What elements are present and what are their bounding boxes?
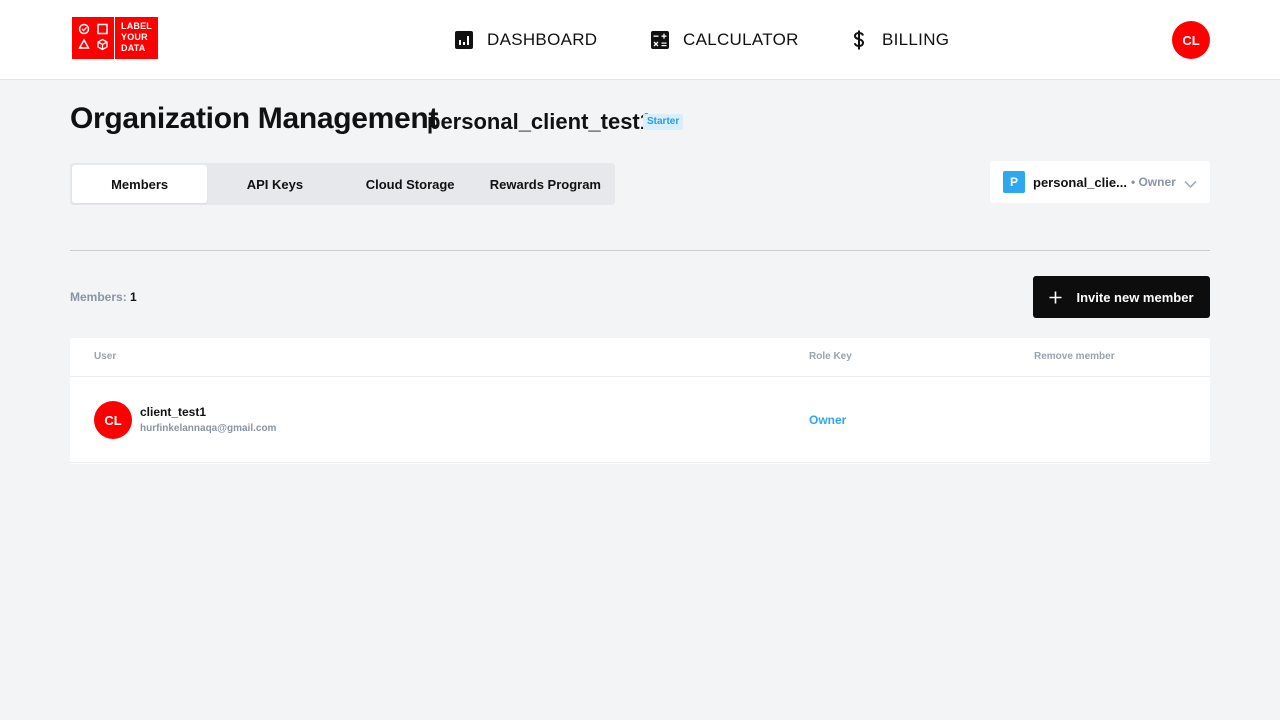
org-tabs: Members API Keys Cloud Storage Rewards P… <box>70 163 615 205</box>
org-initial-badge: P <box>1003 171 1025 193</box>
nav-dashboard-label: DASHBOARD <box>487 30 598 49</box>
member-name: client_test1 <box>140 405 207 419</box>
invite-member-label: Invite new member <box>1076 289 1194 305</box>
logo-wordmark: LABEL YOUR DATA <box>115 17 152 59</box>
table-header: User Role Key Remove member <box>70 338 1210 377</box>
chevron-down-icon <box>1184 176 1197 194</box>
top-header: LABEL YOUR DATA DASHBOARD CALCULATOR BIL… <box>0 0 1280 80</box>
page-title: Organization Management <box>70 102 439 135</box>
members-count-value: 1 <box>130 290 137 304</box>
org-name: personal_client_test1 <box>427 109 652 134</box>
plan-badge: Starter <box>643 114 684 130</box>
invite-member-button[interactable]: Invite new member <box>1033 276 1210 318</box>
tab-members[interactable]: Members <box>72 165 208 203</box>
plus-icon <box>1049 291 1062 304</box>
tab-api-keys[interactable]: API Keys <box>207 165 342 203</box>
members-count: Members: 1 <box>70 290 137 304</box>
logo-shapes-icon <box>72 17 115 59</box>
dollar-icon <box>850 30 868 50</box>
members-table: User Role Key Remove member CL client_te… <box>70 338 1210 464</box>
logo-line: DATA <box>121 43 146 53</box>
column-header-user: User <box>94 351 117 362</box>
org-selector-name: personal_clie... <box>1033 174 1127 190</box>
nav-calculator[interactable]: CALCULATOR <box>651 28 799 52</box>
member-avatar: CL <box>94 401 132 439</box>
column-header-remove-member: Remove member <box>1034 351 1115 362</box>
organization-selector[interactable]: P personal_clie... • Owner <box>990 161 1210 203</box>
nav-dashboard[interactable]: DASHBOARD <box>455 28 597 52</box>
brand-logo[interactable]: LABEL YOUR DATA <box>72 17 158 59</box>
section-divider <box>70 250 1210 251</box>
logo-line: YOUR <box>121 32 148 42</box>
nav-billing-label: BILLING <box>882 30 950 49</box>
tab-rewards-program[interactable]: Rewards Program <box>478 165 613 203</box>
user-avatar[interactable]: CL <box>1172 21 1210 59</box>
table-row: CL client_test1 hurfinkelannaqa@gmail.co… <box>70 377 1210 463</box>
logo-line: LABEL <box>121 21 152 31</box>
calculator-icon <box>651 31 669 49</box>
nav-calculator-label: CALCULATOR <box>683 30 799 49</box>
nav-billing[interactable]: BILLING <box>850 28 949 52</box>
bar-chart-icon <box>455 31 473 49</box>
members-count-label: Members: <box>70 290 127 304</box>
column-header-role-key: Role Key <box>809 351 852 362</box>
member-email: hurfinkelannaqa@gmail.com <box>140 423 277 434</box>
org-selector-role: • Owner <box>1130 175 1176 189</box>
tab-cloud-storage[interactable]: Cloud Storage <box>343 165 478 203</box>
member-role[interactable]: Owner <box>809 413 846 427</box>
